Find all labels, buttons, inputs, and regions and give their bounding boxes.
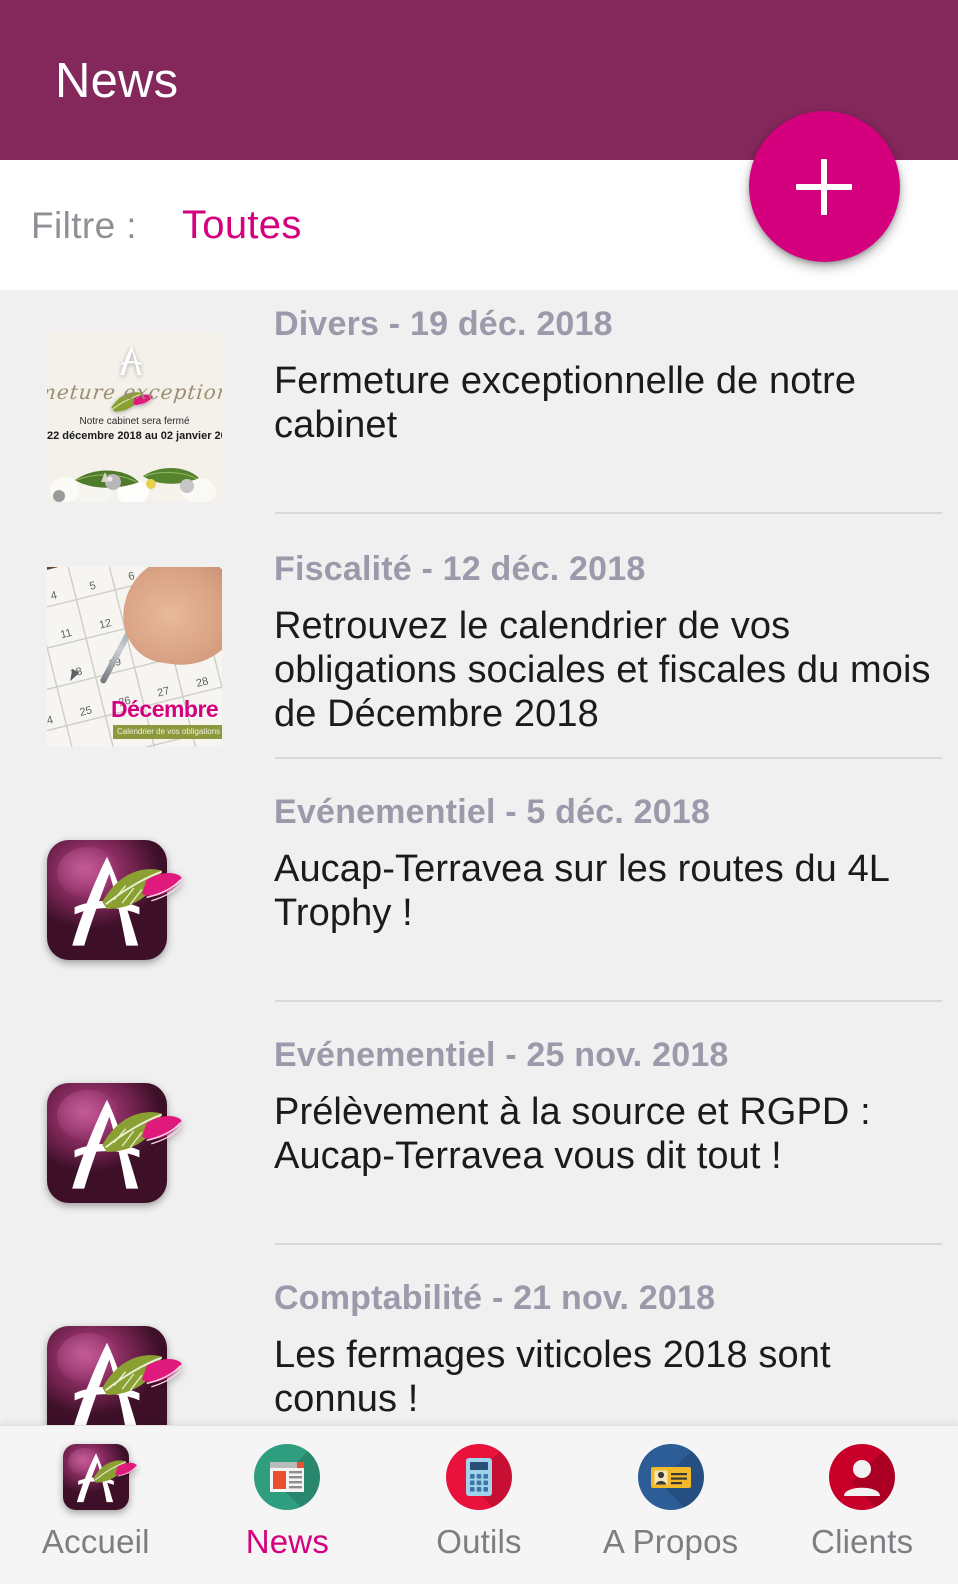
- news-title: Retrouvez le calendrier de vos obligatio…: [274, 605, 931, 735]
- list-item[interactable]: Evénementiel - 5 déc. 2018 Aucap-Terrave…: [0, 778, 958, 1021]
- news-title: Aucap-Terravea sur les routes du 4L Trop…: [274, 848, 889, 934]
- aucap-terravea-logo: [47, 840, 182, 960]
- list-item[interactable]: Evénementiel - 25 nov. 2018 Prélèvement …: [0, 1021, 958, 1264]
- news-thumbnail: [47, 1326, 222, 1425]
- id-card-icon: [637, 1444, 704, 1510]
- nav-item-outils[interactable]: Outils: [383, 1426, 575, 1584]
- svg-text:5: 5: [88, 580, 97, 593]
- news-meta: Comptabilité - 21 nov. 2018: [274, 1279, 716, 1317]
- newspaper-icon: [254, 1444, 321, 1510]
- news-title: Fermeture exceptionnelle de notre cabine…: [274, 360, 857, 446]
- page-title: News: [55, 54, 179, 108]
- news-text-block: Divers - 19 déc. 2018 Fermeture exceptio…: [274, 303, 940, 447]
- bottom-navigation: Accueil News Outils A Propos Clients: [0, 1425, 958, 1584]
- news-text-block: Comptabilité - 21 nov. 2018 Les fermages…: [274, 1277, 940, 1421]
- thumbnail-line-1: Notre cabinet sera fermé: [79, 416, 190, 427]
- filter-value-dropdown[interactable]: Toutes: [182, 200, 302, 250]
- nav-item-apropos[interactable]: A Propos: [575, 1426, 767, 1584]
- person-icon: [829, 1444, 896, 1510]
- app-logo-icon: [110, 339, 153, 412]
- svg-text:28: 28: [195, 675, 210, 690]
- news-title: Prélèvement à la source et RGPD : Aucap-…: [274, 1091, 871, 1177]
- christmas-decoration-art: [47, 446, 222, 502]
- filter-label: Filtre :: [31, 205, 137, 246]
- calculator-icon: [445, 1444, 512, 1510]
- closure-announcement-image: meture exceptionn Notre cabinet sera fer…: [47, 332, 222, 502]
- nav-label-clients: Clients: [811, 1523, 914, 1560]
- news-meta: Evénementiel - 25 nov. 2018: [274, 1036, 729, 1074]
- svg-text:25: 25: [78, 704, 93, 719]
- thumbnail-script-text: meture exceptionn: [47, 380, 222, 404]
- list-item[interactable]: 34567 1011121314 1718192021 2425262728 D…: [0, 535, 958, 778]
- nav-label-outils: Outils: [436, 1523, 522, 1560]
- calendar-photo-image: 34567 1011121314 1718192021 2425262728 D…: [47, 567, 222, 747]
- nav-item-clients[interactable]: Clients: [766, 1426, 958, 1584]
- list-divider: [275, 1243, 942, 1245]
- news-list[interactable]: meture exceptionn Notre cabinet sera fer…: [0, 290, 958, 1425]
- aucap-terravea-logo: [47, 1326, 182, 1425]
- list-item[interactable]: meture exceptionn Notre cabinet sera fer…: [0, 290, 958, 535]
- list-divider: [275, 1000, 942, 1002]
- add-news-fab[interactable]: [749, 111, 900, 262]
- thumbnail-caption-bar: Calendrier de vos obligations: [113, 725, 222, 739]
- svg-text:24: 24: [47, 714, 54, 729]
- thumbnail-caption: Calendrier de vos obligations: [117, 727, 221, 736]
- thumbnail-month-label: Décembre: [111, 696, 219, 722]
- nav-label-apropos: A Propos: [602, 1523, 739, 1560]
- news-text-block: Fiscalité - 12 déc. 2018 Retrouvez le ca…: [274, 548, 940, 736]
- news-title: Les fermages viticoles 2018 sont connus …: [274, 1334, 831, 1420]
- news-screen: News Filtre : Toutes meture exceptionn N…: [0, 0, 958, 1584]
- list-divider: [275, 512, 942, 514]
- svg-text:4: 4: [49, 589, 58, 602]
- svg-text:11: 11: [59, 627, 73, 641]
- list-divider: [275, 757, 942, 759]
- news-text-block: Evénementiel - 5 déc. 2018 Aucap-Terrave…: [274, 791, 940, 935]
- nav-item-news[interactable]: News: [192, 1426, 384, 1584]
- news-meta: Divers - 19 déc. 2018: [274, 305, 613, 343]
- nav-label-news: News: [245, 1523, 330, 1560]
- list-item[interactable]: Comptabilité - 21 nov. 2018 Les fermages…: [0, 1264, 958, 1425]
- news-thumbnail: [47, 1083, 222, 1203]
- thumbnail-line-2: 22 décembre 2018 au 02 janvier 2019 in: [47, 430, 222, 442]
- news-meta: Evénementiel - 5 déc. 2018: [274, 793, 711, 831]
- nav-label-accueil: Accueil: [41, 1523, 150, 1560]
- svg-text:12: 12: [98, 617, 113, 632]
- news-text-block: Evénementiel - 25 nov. 2018 Prélèvement …: [274, 1034, 940, 1178]
- news-thumbnail: 34567 1011121314 1718192021 2425262728 D…: [47, 567, 222, 747]
- app-logo-icon: [62, 1444, 137, 1510]
- news-thumbnail: meture exceptionn Notre cabinet sera fer…: [47, 332, 222, 502]
- nav-item-accueil[interactable]: Accueil: [0, 1426, 192, 1584]
- news-meta: Fiscalité - 12 déc. 2018: [274, 550, 646, 588]
- news-thumbnail: [47, 840, 222, 960]
- aucap-terravea-logo: [47, 1083, 182, 1203]
- plus-icon: [796, 159, 852, 215]
